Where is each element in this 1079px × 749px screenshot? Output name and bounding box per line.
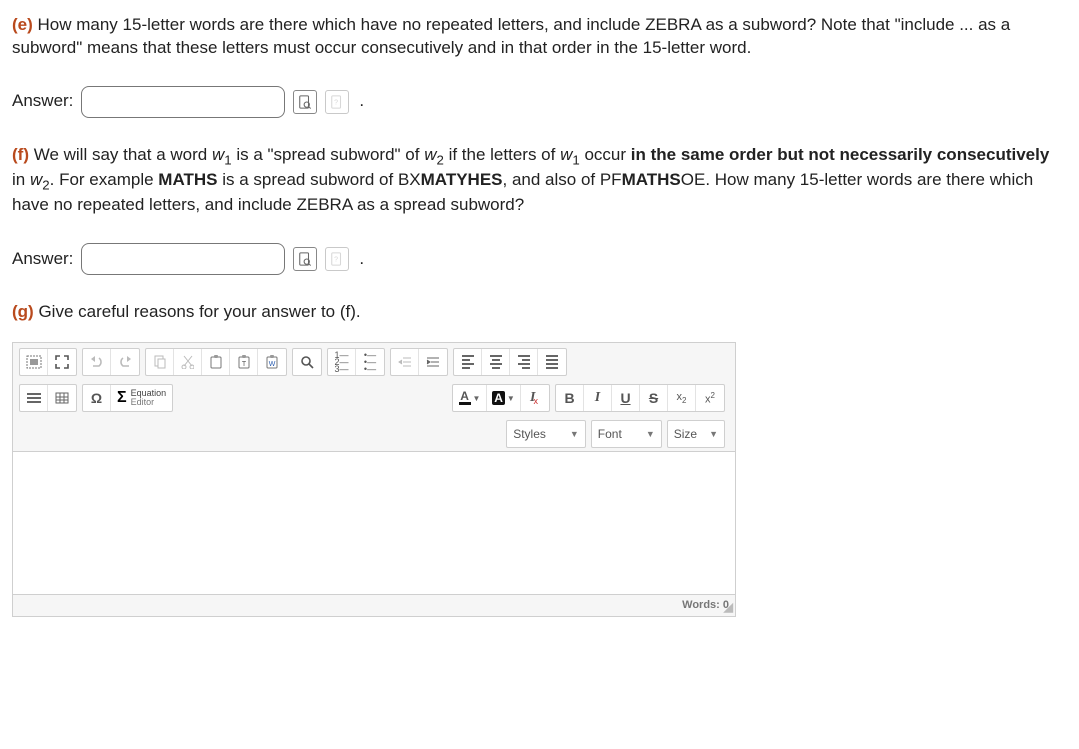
help-icon: ?: [325, 247, 349, 271]
toolbar-row-2: Ω Σ Equation Editor A▼ A▼ Ix: [13, 379, 735, 415]
paste-icon[interactable]: [202, 349, 230, 375]
svg-text:?: ?: [335, 257, 339, 264]
equation-editor-button[interactable]: Σ Equation Editor: [111, 385, 172, 411]
svg-text:W: W: [269, 361, 276, 368]
question-e-text: How many 15-letter words are there which…: [12, 15, 1010, 57]
question-e: (e) How many 15-letter words are there w…: [12, 14, 1067, 60]
word-count: Words: 0: [682, 599, 729, 611]
question-g: (g) Give careful reasons for your answer…: [12, 301, 1067, 324]
align-left-icon[interactable]: [454, 349, 482, 375]
background-color-button[interactable]: A▼: [487, 385, 521, 411]
link-icon[interactable]: [20, 385, 48, 411]
answer-input-f[interactable]: [81, 243, 285, 275]
svg-text:T: T: [241, 361, 246, 368]
italic-button[interactable]: I: [584, 385, 612, 411]
font-select[interactable]: Font▼: [591, 420, 662, 448]
redo-icon[interactable]: [111, 349, 139, 375]
answer-period-f: .: [359, 248, 364, 271]
editor-textarea[interactable]: [13, 451, 735, 594]
align-right-icon[interactable]: [510, 349, 538, 375]
maximize-icon[interactable]: [48, 349, 76, 375]
preview-icon[interactable]: [293, 247, 317, 271]
answer-row-f: Answer: ? .: [12, 243, 1067, 275]
question-e-label: (e): [12, 15, 33, 34]
clear-format-icon[interactable]: Ix: [521, 385, 549, 411]
bold-button[interactable]: B: [556, 385, 584, 411]
answer-row-e: Answer: ? .: [12, 86, 1067, 118]
answer-period-e: .: [359, 90, 364, 113]
help-icon: ?: [325, 90, 349, 114]
underline-button[interactable]: U: [612, 385, 640, 411]
preview-icon[interactable]: [293, 90, 317, 114]
size-select[interactable]: Size▼: [667, 420, 725, 448]
question-g-text: Give careful reasons for your answer to …: [34, 302, 361, 321]
outdent-icon[interactable]: [391, 349, 419, 375]
align-justify-icon[interactable]: [538, 349, 566, 375]
rich-text-editor: T W 1—2—3— •—•—•— Ω Σ: [12, 342, 736, 617]
paste-word-icon[interactable]: W: [258, 349, 286, 375]
table-icon[interactable]: [48, 385, 76, 411]
question-f-label: (f): [12, 145, 29, 164]
answer-label-e: Answer:: [12, 90, 73, 113]
answer-input-e[interactable]: [81, 86, 285, 118]
svg-text:?: ?: [335, 100, 339, 107]
unordered-list-icon[interactable]: •—•—•—: [356, 349, 384, 375]
subscript-button[interactable]: x2: [668, 385, 696, 411]
strike-button[interactable]: S: [640, 385, 668, 411]
text-color-button[interactable]: A▼: [453, 385, 487, 411]
toolbar-row-1: T W 1—2—3— •—•—•—: [13, 343, 735, 379]
source-icon[interactable]: [20, 349, 48, 375]
special-char-icon[interactable]: Ω: [83, 385, 111, 411]
toolbar-row-3: Styles▼ Font▼ Size▼: [13, 415, 735, 451]
ordered-list-icon[interactable]: 1—2—3—: [328, 349, 356, 375]
resize-handle-icon[interactable]: ◢: [724, 599, 733, 615]
editor-status-bar: Words: 0 ◢: [13, 594, 735, 616]
paste-text-icon[interactable]: T: [230, 349, 258, 375]
undo-icon[interactable]: [83, 349, 111, 375]
superscript-button[interactable]: x2: [696, 385, 724, 411]
question-g-label: (g): [12, 302, 34, 321]
cut-icon[interactable]: [174, 349, 202, 375]
indent-icon[interactable]: [419, 349, 447, 375]
align-center-icon[interactable]: [482, 349, 510, 375]
question-f: (f) We will say that a word w1 is a "spr…: [12, 144, 1067, 218]
styles-select[interactable]: Styles▼: [506, 420, 586, 448]
answer-label-f: Answer:: [12, 248, 73, 271]
copy-icon[interactable]: [146, 349, 174, 375]
find-icon[interactable]: [293, 349, 321, 375]
